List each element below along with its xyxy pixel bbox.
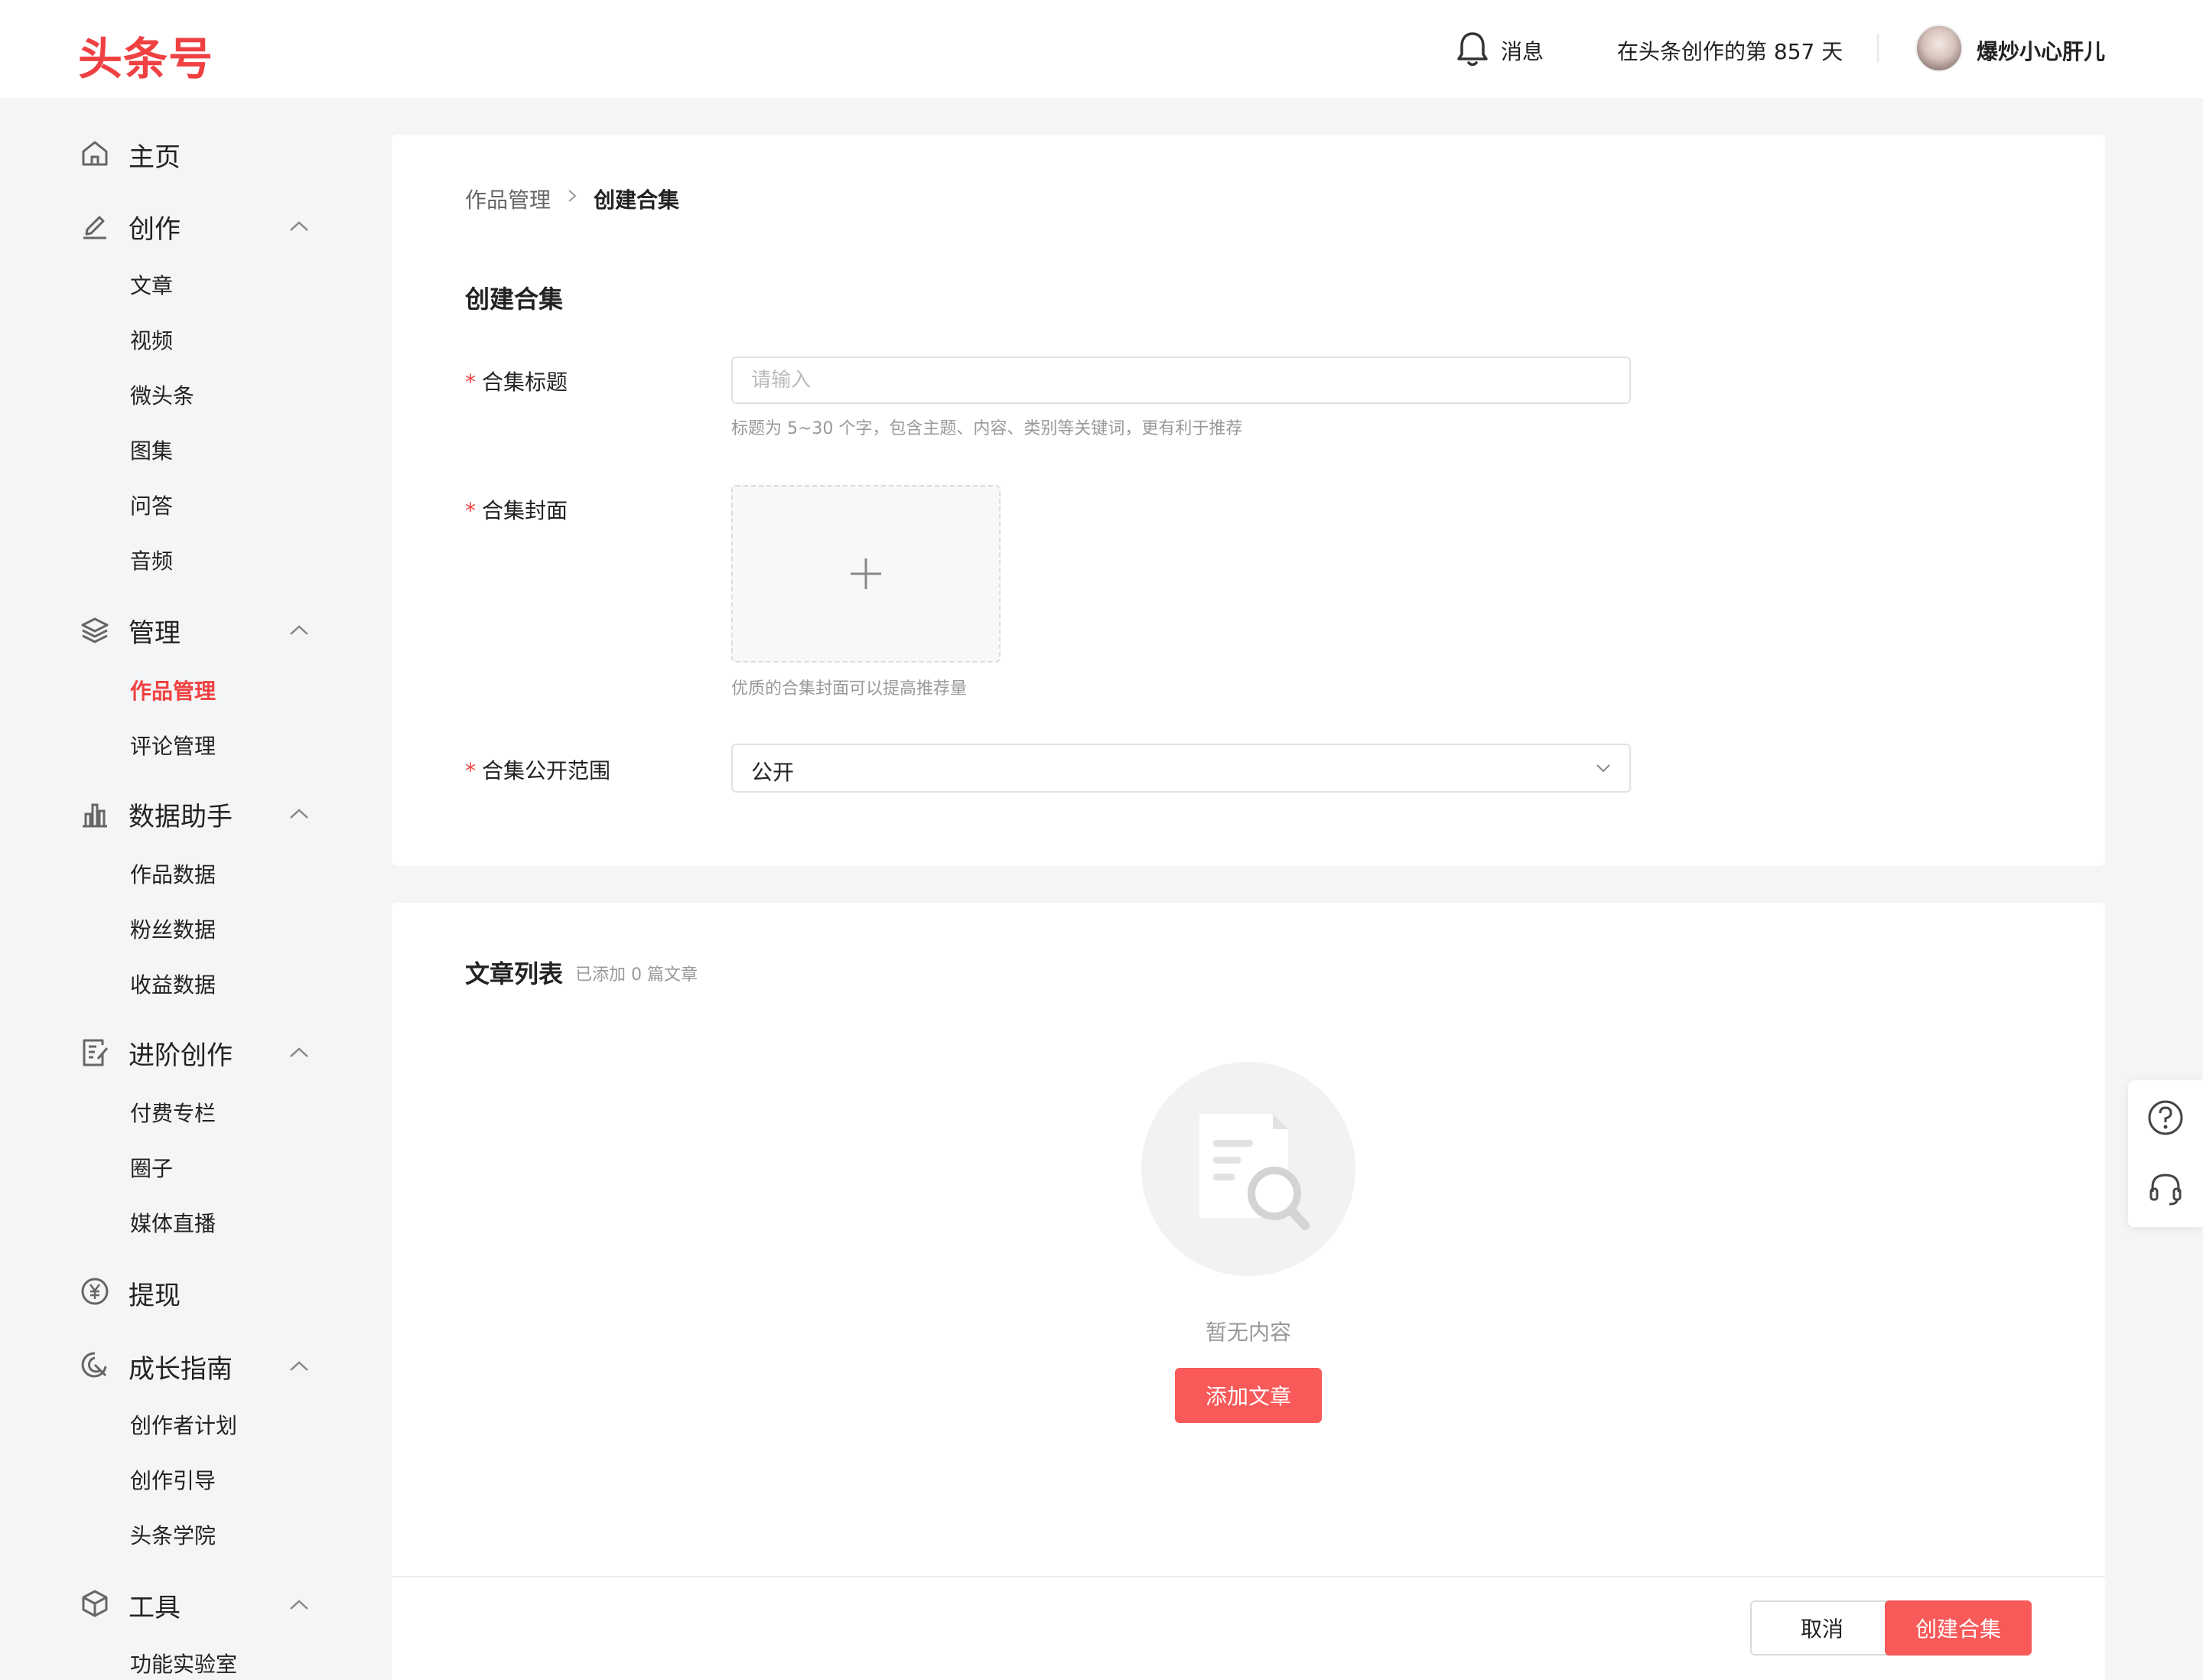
cover-field-label: * 合集封面 bbox=[465, 494, 568, 525]
sidebar-item-qa[interactable]: 问答 bbox=[130, 490, 173, 520]
sidebar-item-academy[interactable]: 头条学院 bbox=[130, 1519, 216, 1550]
title-label-text: 合集标题 bbox=[482, 370, 568, 395]
creation-days-text: 在头条创作的第 857 天 bbox=[1617, 39, 1843, 64]
sidebar-item-works-manage[interactable]: 作品管理 bbox=[130, 675, 216, 705]
messages-label[interactable]: 消息 bbox=[1501, 35, 1544, 66]
sidebar-group-create[interactable]: 创作 bbox=[129, 208, 181, 246]
required-mark: * bbox=[465, 498, 476, 523]
sidebar-item-works-data[interactable]: 作品数据 bbox=[130, 858, 216, 889]
sidebar-item-home[interactable]: 主页 bbox=[129, 136, 181, 174]
article-count-text: 已添加 0 篇文章 bbox=[575, 965, 698, 985]
logo[interactable]: 头条号 bbox=[78, 23, 213, 87]
empty-state-text: 暂无内容 bbox=[1206, 1320, 1292, 1345]
required-mark: * bbox=[465, 370, 476, 395]
edit-icon bbox=[83, 216, 106, 239]
cover-label-text: 合集封面 bbox=[482, 498, 568, 523]
footer-divider bbox=[392, 1576, 2105, 1577]
cube-icon bbox=[82, 1590, 108, 1617]
layers-icon bbox=[81, 617, 109, 643]
visibility-field-label: * 合集公开范围 bbox=[465, 754, 610, 785]
sidebar-item-micro-post[interactable]: 微头条 bbox=[130, 379, 194, 410]
sidebar-group-tools[interactable]: 工具 bbox=[129, 1587, 181, 1624]
chevron-up-icon[interactable] bbox=[288, 623, 311, 638]
cancel-button[interactable]: 取消 bbox=[1750, 1600, 1894, 1656]
cover-upload-area[interactable] bbox=[731, 485, 1001, 663]
sidebar-item-comments-manage[interactable]: 评论管理 bbox=[130, 730, 216, 760]
sidebar-item-audio[interactable]: 音频 bbox=[130, 545, 173, 575]
sidebar-item-creation-guide[interactable]: 创作引导 bbox=[130, 1464, 216, 1495]
visibility-select[interactable]: 公开 bbox=[731, 744, 1631, 793]
chevron-down-icon bbox=[1596, 764, 1610, 773]
sidebar-item-video[interactable]: 视频 bbox=[130, 324, 173, 355]
visibility-select-value: 公开 bbox=[751, 760, 795, 785]
sidebar-item-creator-plan[interactable]: 创作者计划 bbox=[130, 1409, 237, 1440]
article-list-title: 文章列表 bbox=[465, 959, 564, 988]
sidebar-item-gallery[interactable]: 图集 bbox=[130, 435, 173, 465]
growth-icon bbox=[81, 1352, 107, 1378]
top-header: 头条号 消息 在头条创作的第 857 天 爆炒小心肝儿 bbox=[0, 0, 2203, 98]
sidebar-group-manage[interactable]: 管理 bbox=[129, 612, 181, 650]
article-list-card bbox=[392, 903, 2105, 1680]
sidebar-item-circle[interactable]: 圈子 bbox=[130, 1152, 173, 1183]
document-edit-icon bbox=[83, 1039, 109, 1066]
add-article-button[interactable]: 添加文章 bbox=[1175, 1368, 1322, 1423]
sidebar-group-data[interactable]: 数据助手 bbox=[129, 796, 233, 833]
chevron-up-icon[interactable] bbox=[288, 1045, 311, 1060]
chevron-up-icon[interactable] bbox=[288, 219, 311, 234]
sidebar-item-article[interactable]: 文章 bbox=[130, 269, 173, 300]
create-collection-button[interactable]: 创建合集 bbox=[1885, 1600, 2032, 1656]
collection-title-input[interactable] bbox=[731, 357, 1631, 404]
sidebar bbox=[0, 98, 360, 1680]
sidebar-item-live[interactable]: 媒体直播 bbox=[130, 1207, 216, 1238]
sidebar-item-income-data[interactable]: 收益数据 bbox=[130, 969, 216, 999]
bell-icon[interactable] bbox=[1453, 29, 1492, 69]
help-icon[interactable] bbox=[2146, 1099, 2185, 1137]
chevron-up-icon[interactable] bbox=[288, 1597, 311, 1613]
breadcrumb-current: 创建合集 bbox=[594, 187, 680, 213]
title-hint: 标题为 5~30 个字，包含主题、内容、类别等关键词，更有利于推荐 bbox=[731, 419, 1243, 438]
username[interactable]: 爆炒小心肝儿 bbox=[1977, 35, 2105, 66]
chevron-right-icon bbox=[568, 190, 577, 202]
sidebar-group-advanced[interactable]: 进阶创作 bbox=[129, 1034, 233, 1072]
chevron-up-icon[interactable] bbox=[288, 806, 311, 822]
cover-hint: 优质的合集封面可以提高推荐量 bbox=[731, 679, 968, 698]
title-field-label: * 合集标题 bbox=[465, 366, 568, 396]
chevron-up-icon[interactable] bbox=[288, 1359, 311, 1374]
avatar[interactable] bbox=[1915, 24, 1963, 72]
header-divider bbox=[1877, 34, 1879, 63]
floating-help-panel bbox=[2128, 1080, 2203, 1227]
sidebar-item-fans-data[interactable]: 粉丝数据 bbox=[130, 913, 216, 944]
bar-chart-icon bbox=[83, 803, 107, 828]
visibility-label-text: 合集公开范围 bbox=[482, 758, 611, 783]
empty-document-search-icon bbox=[1199, 1114, 1310, 1230]
sidebar-group-growth[interactable]: 成长指南 bbox=[129, 1348, 233, 1385]
sidebar-item-lab[interactable]: 功能实验室 bbox=[130, 1648, 237, 1678]
sidebar-item-paid-column[interactable]: 付费专栏 bbox=[130, 1097, 216, 1128]
sidebar-item-withdraw[interactable]: 提现 bbox=[129, 1275, 181, 1312]
home-icon bbox=[82, 141, 108, 166]
yuan-icon bbox=[81, 1278, 109, 1305]
required-mark: * bbox=[465, 758, 476, 783]
breadcrumb-parent[interactable]: 作品管理 bbox=[465, 184, 551, 214]
customer-service-icon[interactable] bbox=[2146, 1170, 2185, 1209]
form-section-title: 创建合集 bbox=[465, 285, 564, 314]
plus-icon bbox=[851, 558, 881, 589]
